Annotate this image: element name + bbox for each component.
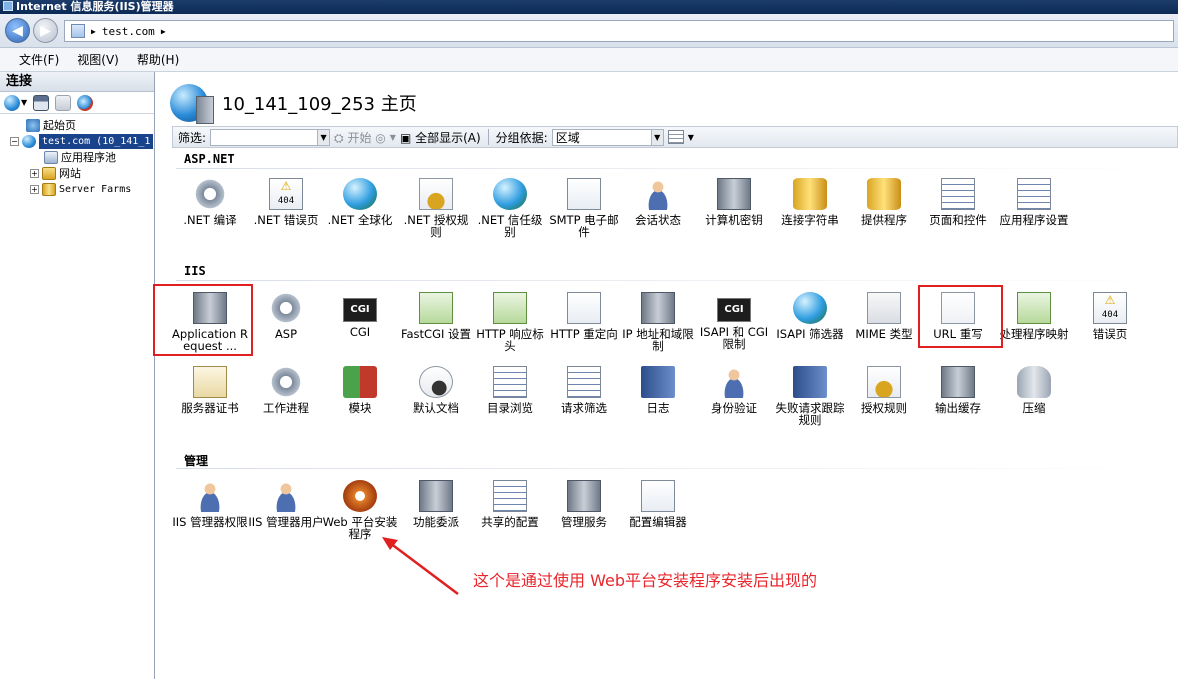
window-title: Internet 信息服务(IIS)管理器 (16, 0, 174, 13)
annotation-arrow-line (385, 539, 459, 595)
server-farms-icon (42, 183, 56, 196)
tree-item-label: Server Farms (59, 184, 132, 195)
menu-bar: 文件(F) 视图(V) 帮助(H) (0, 48, 1178, 72)
window-titlebar: Internet 信息服务(IIS)管理器 (0, 0, 1178, 14)
breadcrumb-segment[interactable]: test.com (102, 25, 155, 38)
expand-icon[interactable]: + (30, 169, 39, 178)
tree-item-app-pools[interactable]: 应用程序池 (44, 150, 116, 165)
tree-item-sites[interactable]: + 网站 (30, 166, 81, 181)
tree-item-server-farms[interactable]: + Server Farms (30, 182, 131, 197)
start-page-icon (26, 119, 40, 132)
address-bar[interactable]: ▶ test.com ▶ (64, 20, 1174, 42)
collapse-icon[interactable]: − (10, 137, 19, 146)
tree-item-label: test.com (10_141_1 (39, 134, 154, 149)
disconnect-icon[interactable] (77, 94, 94, 111)
tree-item-server[interactable]: − test.com (10_141_1 (10, 134, 154, 149)
save-icon[interactable] (33, 94, 50, 111)
connections-toolbar: ▼ (0, 92, 154, 114)
sites-folder-icon (42, 167, 56, 180)
expand-icon[interactable]: + (30, 185, 39, 194)
connections-panel: 连接 ▼ 起始页 − test.com (10_141_1 应用程序池 + 网站… (0, 72, 155, 679)
connections-tree: 起始页 − test.com (10_141_1 应用程序池 + 网站 + Se… (0, 114, 154, 196)
arrow-right-icon: ▶ (40, 22, 51, 39)
up-folder-icon[interactable] (55, 94, 72, 111)
arrow-left-icon: ◀ (12, 22, 23, 39)
connections-header: 连接 (0, 72, 154, 92)
forward-button[interactable]: ▶ (33, 18, 58, 43)
tree-item-label: 应用程序池 (61, 151, 116, 164)
breadcrumb-separator-icon: ▶ (91, 26, 96, 36)
tree-item-label: 起始页 (43, 119, 76, 132)
server-globe-icon (22, 135, 36, 148)
connect-globe-icon[interactable] (4, 94, 20, 111)
page-icon (71, 24, 85, 38)
app-pool-icon (44, 151, 58, 164)
iis-app-icon (3, 1, 13, 11)
navigation-bar: ◀ ▶ ▶ test.com ▶ (0, 14, 1178, 48)
tree-item-start-page[interactable]: 起始页 (26, 118, 76, 133)
menu-file[interactable]: 文件(F) (10, 49, 68, 70)
breadcrumb-separator-icon: ▶ (160, 26, 166, 36)
back-button[interactable]: ◀ (5, 18, 30, 43)
annotation-note: 这个是通过使用 Web平台安装程序安装后出现的 (473, 571, 817, 590)
tree-item-label: 网站 (59, 167, 81, 180)
menu-help[interactable]: 帮助(H) (128, 49, 188, 70)
dropdown-arrow-icon[interactable]: ▼ (21, 98, 27, 107)
menu-view[interactable]: 视图(V) (68, 49, 128, 70)
